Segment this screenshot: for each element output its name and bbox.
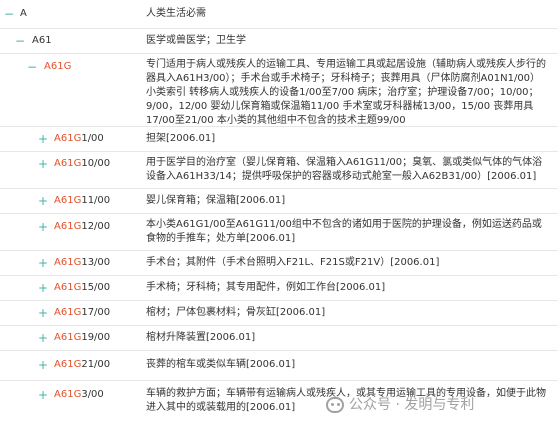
collapse-icon[interactable]: − xyxy=(27,61,37,73)
class-description: 专门适用于病人或残疾人的运输工具、专用运输工具或起居设施（辅助病人或残疾人步行的… xyxy=(146,59,546,126)
expand-icon[interactable]: + xyxy=(38,307,48,319)
class-description: 车辆的救护方面；车辆带有运输病人或残疾人，或其专用运输工具的专用设备，如便于此物… xyxy=(146,388,546,413)
table-row[interactable]: − A61 医学或兽医学；卫生学 xyxy=(0,29,558,54)
class-code[interactable]: A xyxy=(20,7,27,21)
code-highlight: A61G xyxy=(54,332,82,343)
code-suffix: 10/00 xyxy=(81,158,111,169)
class-description: 本小类A61G1/00至A61G11/00组中不包含的诸如用于医院的护理设备，例… xyxy=(146,219,542,244)
class-code[interactable]: A61 xyxy=(32,34,52,48)
code-highlight: A61G xyxy=(44,61,72,72)
class-description: 婴儿保育箱；保温箱[2006.01] xyxy=(146,195,286,206)
table-row[interactable]: + A61G12/00 本小类A61G1/00至A61G11/00组中不包含的诸… xyxy=(0,214,558,251)
code-suffix: 13/00 xyxy=(81,257,111,268)
class-description: 手术椅；牙科椅；其专用配件，例如工作台[2006.01] xyxy=(146,282,386,293)
class-code[interactable]: A61G21/00 xyxy=(54,358,110,372)
table-row[interactable]: + A61G13/00 手术台；其附件（手术台照明入F21L、F21S或F21V… xyxy=(0,251,558,276)
expand-icon[interactable]: + xyxy=(38,133,48,145)
collapse-icon[interactable]: − xyxy=(15,35,25,47)
expand-icon[interactable]: + xyxy=(38,359,48,371)
collapse-icon[interactable]: − xyxy=(4,8,14,20)
code-suffix: 15/00 xyxy=(81,282,111,293)
table-row[interactable]: + A61G10/00 用于医学目的治疗室（婴儿保育箱、保温箱入A61G11/0… xyxy=(0,152,558,189)
expand-icon[interactable]: + xyxy=(38,257,48,269)
code-highlight: A61G xyxy=(54,221,82,232)
class-code[interactable]: A61G10/00 xyxy=(54,157,110,171)
table-row[interactable]: − A 人类生活必需 xyxy=(0,0,558,29)
code-suffix: 12/00 xyxy=(81,221,111,232)
code-suffix: 17/00 xyxy=(81,307,111,318)
class-code[interactable]: A61G19/00 xyxy=(54,331,110,345)
expand-icon[interactable]: + xyxy=(38,332,48,344)
table-row[interactable]: + A61G11/00 婴儿保育箱；保温箱[2006.01] xyxy=(0,189,558,214)
class-description: 棺材升降装置[2006.01] xyxy=(146,332,256,343)
class-code[interactable]: A61G3/00 xyxy=(54,388,104,402)
class-description: 手术台；其附件（手术台照明入F21L、F21S或F21V）[2006.01] xyxy=(146,257,440,268)
code-suffix: A61 xyxy=(32,35,52,46)
table-row[interactable]: + A61G19/00 棺材升降装置[2006.01] xyxy=(0,326,558,351)
expand-icon[interactable]: + xyxy=(38,158,48,170)
class-description: 棺材；尸体包裹材料；骨灰缸[2006.01] xyxy=(146,307,326,318)
class-description: 医学或兽医学；卫生学 xyxy=(146,35,246,46)
code-highlight: A61G xyxy=(54,133,82,144)
class-description: 丧葬的棺车或类似车辆[2006.01] xyxy=(146,359,296,370)
code-highlight: A61G xyxy=(54,307,82,318)
class-code[interactable]: A61G17/00 xyxy=(54,306,110,320)
code-suffix: A xyxy=(20,8,27,19)
code-suffix: 3/00 xyxy=(81,389,104,400)
code-suffix: 11/00 xyxy=(81,195,111,206)
class-code[interactable]: A61G15/00 xyxy=(54,281,110,295)
table-row[interactable]: − A61G 专门适用于病人或残疾人的运输工具、专用运输工具或起居设施（辅助病人… xyxy=(0,54,558,127)
expand-icon[interactable]: + xyxy=(38,221,48,233)
class-code[interactable]: A61G1/00 xyxy=(54,132,104,146)
code-suffix: 19/00 xyxy=(81,332,111,343)
code-highlight: A61G xyxy=(54,195,82,206)
expand-icon[interactable]: + xyxy=(38,195,48,207)
class-description: 人类生活必需 xyxy=(146,8,206,19)
expand-icon[interactable]: + xyxy=(38,282,48,294)
code-highlight: A61G xyxy=(54,359,82,370)
code-highlight: A61G xyxy=(54,257,82,268)
table-row[interactable]: + A61G3/00 车辆的救护方面；车辆带有运输病人或残疾人，或其专用运输工具… xyxy=(0,381,558,427)
code-suffix: 21/00 xyxy=(81,359,111,370)
table-row[interactable]: + A61G17/00 棺材；尸体包裹材料；骨灰缸[2006.01] xyxy=(0,301,558,326)
code-highlight: A61G xyxy=(54,389,82,400)
table-row[interactable]: + A61G21/00 丧葬的棺车或类似车辆[2006.01] xyxy=(0,351,558,381)
class-code[interactable]: A61G12/00 xyxy=(54,220,110,234)
class-code[interactable]: A61G11/00 xyxy=(54,194,110,208)
code-highlight: A61G xyxy=(54,282,82,293)
table-row[interactable]: + A61G1/00 担架[2006.01] xyxy=(0,127,558,152)
code-suffix: 1/00 xyxy=(81,133,104,144)
class-description: 担架[2006.01] xyxy=(146,133,216,144)
class-code[interactable]: A61G13/00 xyxy=(54,256,110,270)
table-row[interactable]: + A61G15/00 手术椅；牙科椅；其专用配件，例如工作台[2006.01] xyxy=(0,276,558,301)
class-code[interactable]: A61G xyxy=(44,60,71,74)
class-description: 用于医学目的治疗室（婴儿保育箱、保温箱入A61G11/00；臭氧、氯或类似气体的… xyxy=(146,157,543,182)
expand-icon[interactable]: + xyxy=(38,389,48,401)
code-highlight: A61G xyxy=(54,158,82,169)
